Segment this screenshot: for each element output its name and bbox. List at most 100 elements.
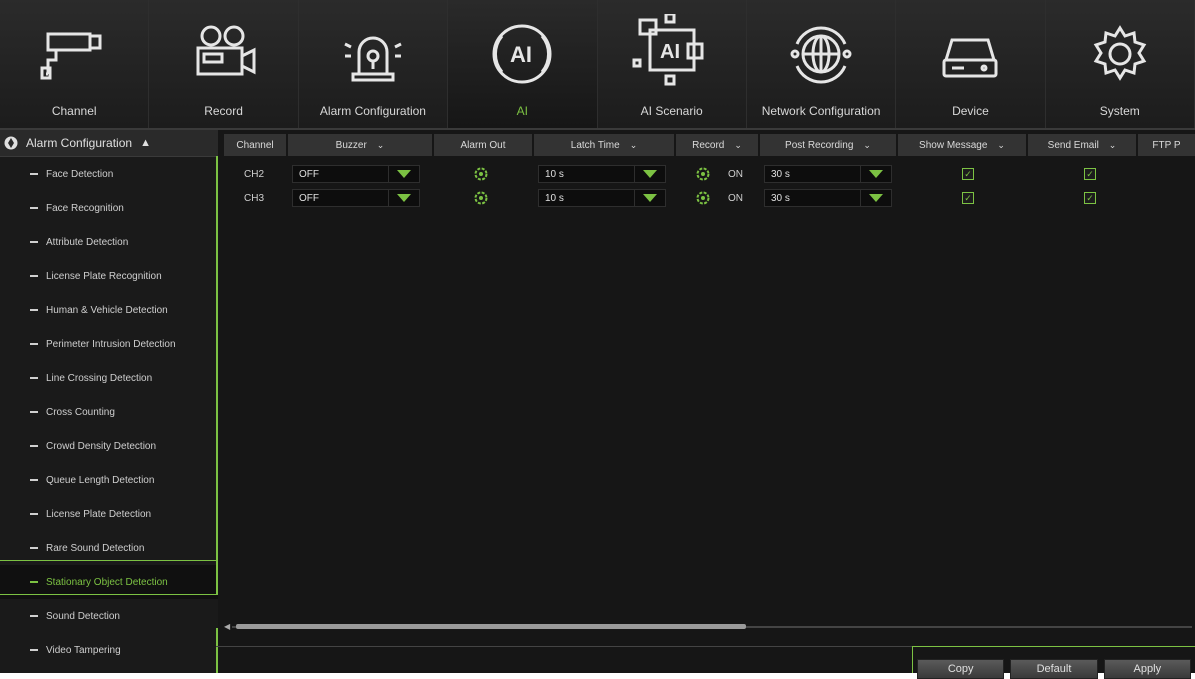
dropdown-arrow-icon: [388, 166, 419, 182]
column-latch-time[interactable]: Latch Time ⌄: [534, 134, 676, 156]
send-email-checkbox[interactable]: ✓: [1084, 186, 1096, 210]
divider: [216, 646, 916, 647]
table-row: CH3 OFF 10 s ON 30 s ✓ ✓: [224, 186, 1195, 210]
select-value: 10 s: [545, 168, 564, 180]
camera-icon: [34, 14, 114, 94]
dropdown-arrow-icon: [860, 166, 891, 182]
nav-label: Alarm Configuration: [319, 104, 426, 118]
sidebar-item-label: Sound Detection: [46, 610, 120, 622]
column-label: Latch Time: [570, 139, 620, 151]
column-post-recording[interactable]: Post Recording ⌄: [760, 134, 898, 156]
hdd-device-icon: [930, 14, 1010, 94]
column-record[interactable]: Record ⌄: [676, 134, 760, 156]
nav-label: Network Configuration: [761, 104, 881, 118]
dash-icon: [30, 343, 38, 345]
sidebar: Alarm Configuration ▲ Face Detection Fac…: [0, 130, 218, 673]
checkmark-icon: ✓: [1084, 192, 1096, 204]
scroll-thumb[interactable]: [236, 624, 746, 629]
sidebar-item-line-crossing-detection[interactable]: Line Crossing Detection: [0, 361, 218, 395]
horizontal-scrollbar[interactable]: ◀: [224, 622, 1195, 631]
dropdown-arrow-icon: [388, 190, 419, 206]
sidebar-header-label: Alarm Configuration: [26, 136, 133, 150]
copy-button[interactable]: Copy: [917, 659, 1005, 679]
top-navigation: Channel Record Alarm Configuration AI AI…: [0, 0, 1195, 130]
sidebar-item-label: Stationary Object Detection: [46, 576, 168, 588]
alarm-table: Channel Buzzer ⌄ Alarm Out Latch Time ⌄ Re…: [216, 134, 1195, 679]
record-gear-button[interactable]: [696, 162, 710, 186]
apply-button[interactable]: Apply: [1103, 659, 1191, 679]
gear-icon: [696, 191, 710, 205]
sidebar-item-cross-counting[interactable]: Cross Counting: [0, 395, 218, 429]
dvr-settings-window: Channel Record Alarm Configuration AI AI…: [0, 0, 1195, 679]
sidebar-item-label: Video Tampering: [46, 644, 121, 656]
sidebar-item-label: Face Detection: [46, 168, 114, 180]
nav-alarm-configuration[interactable]: Alarm Configuration: [299, 0, 449, 128]
sidebar-item-video-tampering[interactable]: Video Tampering: [0, 633, 218, 667]
sidebar-item-human-vehicle-detection[interactable]: Human & Vehicle Detection: [0, 293, 218, 327]
sidebar-item-attribute-detection[interactable]: Attribute Detection: [0, 225, 218, 259]
table-header: Channel Buzzer ⌄ Alarm Out Latch Time ⌄ Re…: [224, 134, 1195, 156]
nav-ai[interactable]: AI AI: [448, 0, 598, 128]
sidebar-item-license-plate-recognition[interactable]: License Plate Recognition: [0, 259, 218, 293]
sidebar-item-crowd-density-detection[interactable]: Crowd Density Detection: [0, 429, 218, 463]
dropdown-arrow-icon: [860, 190, 891, 206]
gear-system-icon: [1080, 14, 1160, 94]
sidebar-item-face-detection[interactable]: Face Detection: [0, 157, 218, 191]
column-label: Post Recording: [785, 139, 854, 151]
sidebar-item-label: Crowd Density Detection: [46, 440, 157, 452]
nav-label: AI Scenario: [640, 104, 703, 118]
alarm-out-gear-button[interactable]: [474, 186, 488, 210]
active-border: [0, 594, 218, 595]
dash-icon: [30, 649, 38, 651]
buzzer-select[interactable]: OFF: [292, 165, 420, 183]
sidebar-item-face-recognition[interactable]: Face Recognition: [0, 191, 218, 225]
sidebar-item-label: Human & Vehicle Detection: [46, 304, 168, 316]
nav-label: Record: [204, 104, 243, 118]
active-border: [216, 628, 218, 673]
channel-cell: CH3: [244, 192, 265, 204]
sidebar-item-perimeter-intrusion-detection[interactable]: Perimeter Intrusion Detection: [0, 327, 218, 361]
nav-ai-scenario[interactable]: AI AI Scenario: [598, 0, 747, 128]
column-show-message[interactable]: Show Message ⌄: [898, 134, 1028, 156]
sidebar-item-sound-detection[interactable]: Sound Detection: [0, 599, 218, 633]
nav-system[interactable]: System: [1046, 0, 1195, 128]
alarm-out-gear-button[interactable]: [474, 162, 488, 186]
buzzer-select[interactable]: OFF: [292, 189, 420, 207]
channel-cell: CH2: [244, 168, 265, 180]
sidebar-header-alarm-configuration[interactable]: Alarm Configuration ▲: [0, 130, 218, 157]
default-button[interactable]: Default: [1010, 659, 1098, 679]
checkmark-icon: ✓: [962, 168, 974, 180]
nav-record[interactable]: Record: [149, 0, 299, 128]
active-border: [0, 560, 218, 561]
latch-time-select[interactable]: 10 s: [538, 189, 666, 207]
sidebar-item-label: License Plate Detection: [46, 508, 152, 520]
column-label: Channel: [236, 139, 274, 151]
gear-icon: [474, 191, 488, 205]
column-send-email[interactable]: Send Email ⌄: [1028, 134, 1138, 156]
send-email-checkbox[interactable]: ✓: [1084, 162, 1096, 186]
record-status: ON: [728, 168, 743, 180]
column-ftp: FTP P: [1138, 134, 1195, 156]
nav-label: Device: [952, 104, 989, 118]
nav-device[interactable]: Device: [896, 0, 1046, 128]
chevron-down-icon: ⌄: [1108, 139, 1117, 150]
post-recording-select[interactable]: 30 s: [764, 189, 892, 207]
nav-label: System: [1099, 104, 1140, 118]
column-label: FTP P: [1152, 139, 1181, 151]
show-message-checkbox[interactable]: ✓: [962, 162, 974, 186]
nav-network-configuration[interactable]: Network Configuration: [747, 0, 897, 128]
gear-icon: [696, 167, 710, 181]
column-buzzer[interactable]: Buzzer ⌄: [288, 134, 434, 156]
video-camera-icon: [184, 14, 264, 94]
nav-channel[interactable]: Channel: [0, 0, 150, 128]
scroll-left-arrow-icon[interactable]: ◀: [224, 622, 230, 631]
sidebar-item-license-plate-detection[interactable]: License Plate Detection: [0, 497, 218, 531]
record-gear-button[interactable]: [696, 186, 710, 210]
latch-time-select[interactable]: 10 s: [538, 165, 666, 183]
chevron-down-icon: ⌄: [997, 139, 1005, 150]
svg-text:AI: AI: [510, 42, 532, 67]
sidebar-item-label: Queue Length Detection: [46, 474, 155, 486]
sidebar-item-queue-length-detection[interactable]: Queue Length Detection: [0, 463, 218, 497]
show-message-checkbox[interactable]: ✓: [962, 186, 974, 210]
post-recording-select[interactable]: 30 s: [764, 165, 892, 183]
